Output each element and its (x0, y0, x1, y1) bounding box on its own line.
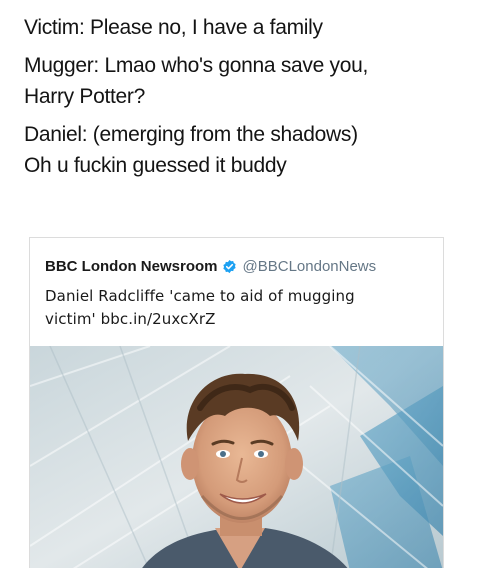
tweet-handle[interactable]: @BBCLondonNews (243, 258, 377, 275)
tweet-text: Daniel Radcliffe 'came to aid of mugging… (45, 285, 435, 331)
tweet-header: BBC London Newsroom @BBCLondonNews (45, 258, 376, 275)
portrait-photo (30, 346, 443, 568)
mugger-line-2: Harry Potter? (24, 85, 145, 108)
tweet-photo[interactable] (30, 346, 443, 568)
daniel-line-1: Daniel: (emerging from the shadows) (24, 123, 358, 146)
daniel-line-2: Oh u fuckin guessed it buddy (24, 154, 287, 177)
embedded-tweet-card[interactable]: BBC London Newsroom @BBCLondonNews Danie… (29, 237, 444, 568)
victim-block: Victim: Please no, I have a family (24, 12, 464, 43)
victim-line: Victim: Please no, I have a family (24, 16, 323, 39)
meme-caption: Victim: Please no, I have a family Mugge… (24, 12, 464, 188)
verified-badge-icon (222, 259, 236, 274)
mugger-line-1: Mugger: Lmao who's gonna save you, (24, 54, 369, 77)
mugger-block: Mugger: Lmao who's gonna save you, Harry… (24, 50, 464, 112)
daniel-block: Daniel: (emerging from the shadows) Oh u… (24, 119, 464, 181)
tweet-text-line-1: Daniel Radcliffe 'came to aid of mugging (45, 287, 355, 305)
tweet-text-line-2[interactable]: victim' bbc.in/2uxcXrZ (45, 308, 435, 331)
tweet-account-name[interactable]: BBC London Newsroom (45, 258, 218, 275)
